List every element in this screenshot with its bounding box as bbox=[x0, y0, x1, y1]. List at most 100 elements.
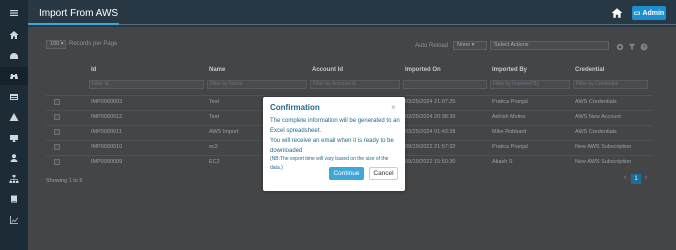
cell-credential: New AWS Subscription bbox=[575, 159, 632, 165]
admin-label: Admin bbox=[642, 9, 665, 17]
column-header-account-id[interactable]: Account Id bbox=[312, 67, 343, 73]
filter-imported-by-input[interactable]: Filter by Imported By bbox=[490, 80, 570, 89]
warning-icon bbox=[9, 113, 19, 121]
home-icon bbox=[9, 31, 19, 39]
cell-credential: AWS New Account bbox=[575, 114, 621, 120]
select-actions-value: Select Actions bbox=[494, 42, 529, 48]
settings-button[interactable] bbox=[616, 43, 624, 51]
column-header-name[interactable]: Name bbox=[209, 67, 225, 73]
row-checkbox[interactable] bbox=[54, 159, 60, 165]
cell-name: Test bbox=[209, 99, 220, 105]
cell-imported-on: 09/19/2022 15:50:30 bbox=[405, 159, 456, 165]
dialog-message-line-1: The complete information will be generat… bbox=[270, 118, 400, 124]
cell-imported-by: Ashish Moitra bbox=[492, 114, 526, 120]
dialog-note-line-2: data.) bbox=[270, 165, 283, 171]
auto-reload-value: None bbox=[457, 42, 471, 48]
dialog-note-line-1: (NB:The export time will vary based on t… bbox=[270, 156, 389, 162]
cell-id: IMP0000010 bbox=[91, 144, 123, 150]
cell-credential: New AWS Subscription bbox=[575, 144, 632, 150]
filter-icon bbox=[628, 43, 636, 51]
row-checkbox[interactable] bbox=[54, 99, 60, 105]
sidebar-item-org[interactable] bbox=[0, 170, 28, 188]
sidebar-item-discovery[interactable] bbox=[0, 67, 28, 85]
cell-id: IMP0000011 bbox=[91, 129, 122, 135]
cancel-button[interactable]: Cancel bbox=[369, 167, 398, 180]
cell-name: EC2 bbox=[209, 159, 220, 165]
page-1-button[interactable]: 1 bbox=[631, 174, 641, 184]
cell-imported-by: Mike Robbard bbox=[492, 129, 527, 135]
cell-credential: AWS Credentials bbox=[575, 99, 617, 105]
cell-imported-on: 09/19/2022 21:57:32 bbox=[405, 144, 456, 150]
book-icon bbox=[11, 195, 17, 203]
prev-page-button[interactable]: ‹ bbox=[624, 175, 626, 181]
hamburger-menu-button[interactable] bbox=[0, 4, 28, 22]
sidebar-item-docs[interactable] bbox=[0, 190, 28, 208]
page-size-value: 100 bbox=[50, 41, 60, 47]
cell-imported-by: Pratica Pranjal bbox=[492, 99, 528, 105]
dialog-message-line-4: downloaded bbox=[270, 148, 303, 154]
cell-imported-on: 03/25/2024 21:07:25 bbox=[405, 99, 456, 105]
binoculars-icon bbox=[10, 74, 18, 79]
close-icon[interactable]: × bbox=[391, 103, 396, 112]
select-actions-dropdown[interactable]: Select Actions bbox=[490, 41, 609, 50]
sidebar-item-home[interactable] bbox=[0, 26, 28, 44]
svg-text:?: ? bbox=[642, 45, 645, 51]
sidebar-item-table[interactable] bbox=[0, 88, 28, 106]
filter-imported-on-input[interactable] bbox=[403, 80, 487, 89]
sidebar bbox=[0, 0, 28, 250]
header-divider bbox=[119, 24, 676, 25]
filter-account-id-input[interactable]: Filter by Account Id bbox=[310, 80, 400, 89]
chart-icon bbox=[10, 216, 18, 224]
filter-button[interactable] bbox=[628, 43, 636, 51]
help-icon: ? bbox=[640, 43, 648, 51]
monitor-icon bbox=[10, 135, 18, 142]
help-button[interactable]: ? bbox=[640, 43, 648, 51]
hamburger-icon bbox=[10, 10, 18, 16]
confirmation-dialog: Confirmation × The complete information … bbox=[263, 97, 405, 191]
column-header-imported-by[interactable]: Imported By bbox=[492, 67, 527, 73]
cell-id: IMP0000003 bbox=[91, 99, 123, 105]
sidebar-item-monitor[interactable] bbox=[0, 129, 28, 147]
column-header-id[interactable]: Id bbox=[91, 67, 96, 73]
auto-reload-label: Auto Reload bbox=[415, 43, 449, 49]
sidebar-item-alerts[interactable] bbox=[0, 108, 28, 126]
cell-id: IMP0000009 bbox=[91, 159, 123, 165]
page-header: Import From AWS ▭ Admin bbox=[28, 0, 676, 27]
dashboard-icon bbox=[10, 53, 18, 59]
dialog-message-line-3: You will receive an email when it is rea… bbox=[270, 138, 394, 144]
cell-imported-by: Akash S bbox=[492, 159, 513, 165]
table-icon bbox=[10, 94, 18, 100]
dialog-title: Confirmation bbox=[270, 103, 320, 112]
admin-button[interactable]: ▭ Admin bbox=[632, 6, 666, 20]
column-header-imported-on[interactable]: Imported On bbox=[405, 67, 441, 73]
cell-imported-on: 03/25/2024 20:38:39 bbox=[405, 114, 456, 120]
page-size-select[interactable]: 100 ▾ bbox=[46, 40, 66, 49]
gear-icon bbox=[616, 43, 624, 51]
row-checkbox[interactable] bbox=[54, 144, 60, 150]
filter-name-input[interactable]: Filter by Name bbox=[207, 80, 307, 89]
sidebar-item-reports[interactable] bbox=[0, 211, 28, 229]
filter-credential-input[interactable]: Filter by Credential bbox=[573, 80, 648, 89]
cell-id: IMP0000012 bbox=[91, 114, 123, 120]
row-checkbox[interactable] bbox=[54, 114, 60, 120]
cell-name: ec2 bbox=[209, 144, 218, 150]
cell-name: AWS Import bbox=[209, 129, 239, 135]
user-icon bbox=[10, 154, 18, 162]
cell-credential: AWS Credentials bbox=[575, 129, 617, 135]
cell-imported-by: Pratica Pranjal bbox=[492, 144, 528, 150]
dialog-message-line-2: Excel spreadsheet. bbox=[270, 128, 322, 134]
sidebar-item-users[interactable] bbox=[0, 149, 28, 167]
records-per-page-label: Records per Page bbox=[69, 41, 118, 47]
row-checkbox[interactable] bbox=[54, 129, 60, 135]
sidebar-item-dashboard[interactable] bbox=[0, 47, 28, 65]
home-icon bbox=[611, 8, 623, 18]
filter-id-input[interactable]: Filter Id bbox=[89, 80, 204, 89]
showing-count: Showing 1 to 5 bbox=[46, 178, 83, 184]
next-page-button[interactable]: › bbox=[645, 175, 647, 181]
column-header-credential[interactable]: Credential bbox=[575, 67, 604, 73]
home-button[interactable] bbox=[611, 7, 623, 19]
auto-reload-select[interactable]: None ▾ bbox=[453, 41, 487, 50]
cell-imported-on: 03/25/2024 01:43:28 bbox=[405, 129, 456, 135]
title-underline bbox=[28, 23, 119, 25]
continue-button[interactable]: Continue bbox=[329, 167, 364, 180]
